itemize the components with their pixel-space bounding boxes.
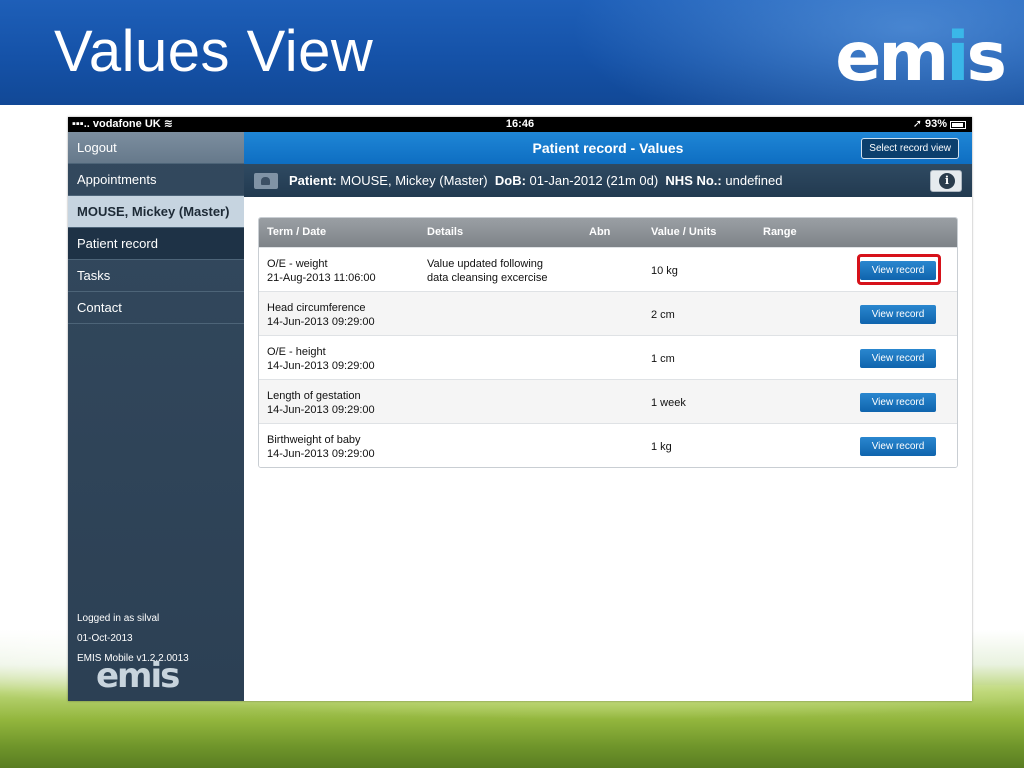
nhs-label: NHS No.: (665, 173, 722, 188)
topbar: Patient record - Values Select record vi… (244, 132, 972, 164)
slide-header: Values View emis (0, 0, 1024, 105)
term-cell: Head circumference 14-Jun-2013 09:29:00 (267, 302, 375, 328)
patient-folder-icon (254, 173, 278, 189)
info-button[interactable]: i (930, 170, 962, 192)
logo-part-1: em (835, 18, 949, 97)
table-row: Head circumference 14-Jun-2013 09:29:00 2… (259, 291, 957, 335)
slide-title: Values View (54, 19, 374, 84)
sidebar-item-patient-record[interactable]: Patient record (68, 228, 244, 260)
patient-banner: Patient: MOUSE, Mickey (Master) DoB: 01-… (244, 164, 972, 197)
select-record-view-button[interactable]: Select record view (861, 138, 959, 159)
sidebar-item-patient[interactable]: MOUSE, Mickey (Master) (68, 196, 244, 228)
table-header: Term / Date Details Abn Value / Units Ra… (259, 218, 957, 247)
sidebar-item-contact[interactable]: Contact (68, 292, 244, 324)
login-date: 01-Oct-2013 (77, 633, 133, 644)
ipad-screenshot: ▪▪▪.. vodafone UK ≋ 16:46 ➚ 93% Logout Ap… (68, 117, 972, 701)
location-icon: ➚ (912, 118, 922, 130)
patient-details: Patient: MOUSE, Mickey (Master) DoB: 01-… (289, 164, 783, 197)
details-cell: Value updated following data cleansing ex… (427, 258, 548, 284)
col-abn: Abn (589, 226, 611, 238)
logo-accent: i (946, 18, 969, 97)
logged-in-text: Logged in as silval (77, 613, 160, 624)
table-row: Birthweight of baby 14-Jun-2013 09:29:00 … (259, 423, 957, 467)
view-record-button[interactable]: View record (860, 261, 936, 280)
patient-nhs: undefined (725, 173, 783, 188)
value-cell: 1 kg (651, 441, 672, 453)
col-details: Details (427, 226, 464, 238)
view-record-button[interactable]: View record (860, 437, 936, 456)
values-table: Term / Date Details Abn Value / Units Ra… (258, 217, 958, 468)
col-term-date: Term / Date (267, 226, 327, 238)
patient-dob: 01-Jan-2012 (21m 0d) (529, 173, 659, 188)
dob-label: DoB: (494, 173, 526, 188)
view-record-button[interactable]: View record (860, 349, 936, 368)
term-cell: O/E - weight 21-Aug-2013 11:06:00 (267, 258, 376, 284)
view-record-button[interactable]: View record (860, 393, 936, 412)
sidebar-item-tasks[interactable]: Tasks (68, 260, 244, 292)
sidebar-emis-logo: emis (96, 656, 180, 696)
table-row: Length of gestation 14-Jun-2013 09:29:00 … (259, 379, 957, 423)
patient-label: Patient: (289, 173, 337, 188)
term-cell: Birthweight of baby 14-Jun-2013 09:29:00 (267, 434, 375, 460)
value-cell: 1 week (651, 397, 686, 409)
status-bar: ▪▪▪.. vodafone UK ≋ 16:46 ➚ 93% (68, 117, 972, 132)
status-time: 16:46 (505, 118, 535, 130)
patient-name: MOUSE, Mickey (Master) (340, 173, 488, 188)
value-cell: 1 cm (651, 353, 675, 365)
col-range: Range (763, 226, 797, 238)
view-record-button[interactable]: View record (860, 305, 936, 324)
table-row: O/E - height 14-Jun-2013 09:29:00 1 cm Vi… (259, 335, 957, 379)
term-cell: Length of gestation 14-Jun-2013 09:29:00 (267, 390, 375, 416)
table-row: O/E - weight 21-Aug-2013 11:06:00 Value u… (259, 247, 957, 291)
info-icon: i (939, 173, 955, 189)
col-value-units: Value / Units (651, 226, 717, 238)
battery-icon (950, 120, 966, 129)
emis-logo: emis (835, 18, 1008, 97)
sidebar-item-logout[interactable]: Logout (68, 132, 244, 164)
term-cell: O/E - height 14-Jun-2013 09:29:00 (267, 346, 375, 372)
sidebar-item-appointments[interactable]: Appointments (68, 164, 244, 196)
value-cell: 10 kg (651, 265, 678, 277)
sidebar: Logout Appointments MOUSE, Mickey (Maste… (68, 132, 244, 701)
value-cell: 2 cm (651, 309, 675, 321)
logo-part-2: s (966, 18, 1008, 97)
battery-indicator: ➚ 93% (913, 117, 966, 132)
